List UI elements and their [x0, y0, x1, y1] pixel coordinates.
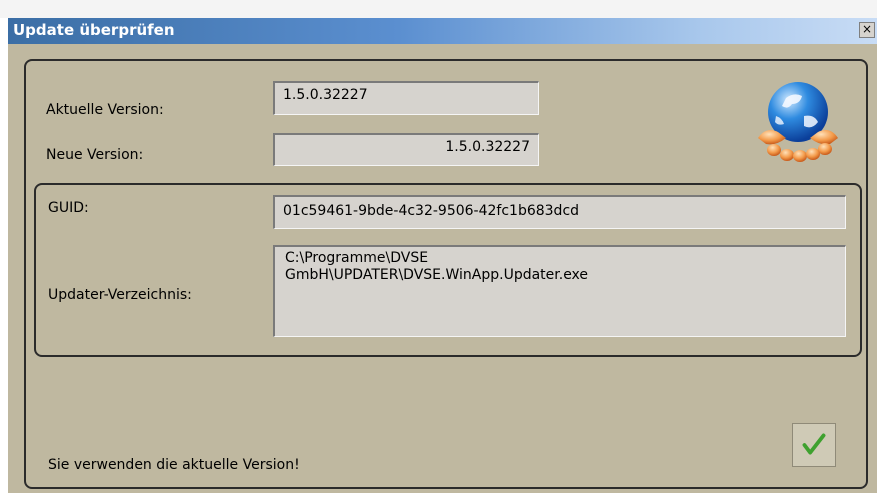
current-version-label: Aktuelle Version:	[46, 102, 164, 118]
status-message: Sie verwenden die aktuelle Version!	[48, 457, 300, 473]
title-bar[interactable]: Update überprüfen ×	[8, 18, 877, 44]
new-version-label: Neue Version:	[46, 147, 144, 163]
updater-directory-label: Updater-Verzeichnis:	[48, 287, 192, 303]
globe-in-hands-icon	[758, 82, 838, 162]
close-icon: ×	[861, 22, 873, 36]
checkmark-icon	[802, 433, 826, 455]
background-window-strip	[0, 0, 877, 18]
updater-directory-field[interactable]: C:\Programme\DVSE GmbH\UPDATER\DVSE.WinA…	[273, 245, 846, 337]
current-version-field[interactable]: 1.5.0.32227	[273, 81, 539, 115]
window-title: Update überprüfen	[13, 21, 175, 39]
ok-button[interactable]	[792, 423, 836, 467]
dialog-body: Aktuelle Version: 1.5.0.32227 Neue Versi…	[8, 44, 877, 493]
guid-label: GUID:	[48, 200, 89, 216]
new-version-field[interactable]: 1.5.0.32227	[273, 133, 539, 166]
guid-field[interactable]: 01c59461-9bde-4c32-9506-42fc1b683dcd	[273, 195, 846, 229]
close-button[interactable]: ×	[859, 22, 875, 38]
